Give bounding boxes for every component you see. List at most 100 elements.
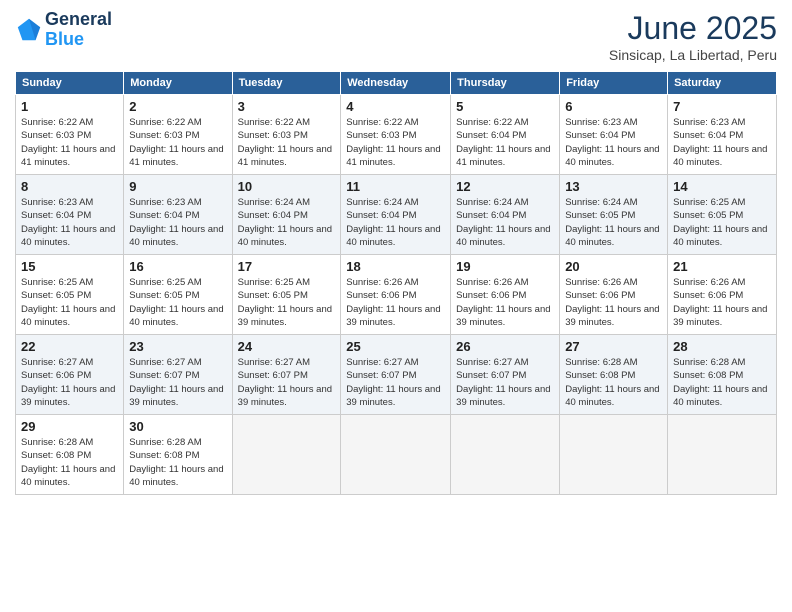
- month-title: June 2025: [609, 10, 777, 47]
- sunset-label: Sunset: 6:05 PM: [565, 210, 635, 221]
- daylight-label: Daylight: 11 hours and 40 minutes.: [673, 384, 767, 408]
- sunset-label: Sunset: 6:06 PM: [456, 290, 526, 301]
- calendar-cell: 3 Sunrise: 6:22 AM Sunset: 6:03 PM Dayli…: [232, 95, 341, 175]
- header-thursday: Thursday: [451, 72, 560, 95]
- day-number: 10: [238, 179, 336, 194]
- sunset-label: Sunset: 6:04 PM: [21, 210, 91, 221]
- day-info: Sunrise: 6:27 AM Sunset: 6:06 PM Dayligh…: [21, 356, 118, 409]
- sunrise-label: Sunrise: 6:26 AM: [565, 277, 637, 288]
- day-info: Sunrise: 6:22 AM Sunset: 6:04 PM Dayligh…: [456, 116, 554, 169]
- sunrise-label: Sunrise: 6:24 AM: [238, 197, 310, 208]
- sunset-label: Sunset: 6:04 PM: [565, 130, 635, 141]
- day-number: 19: [456, 259, 554, 274]
- title-block: June 2025 Sinsicap, La Libertad, Peru: [609, 10, 777, 63]
- calendar-cell: 26 Sunrise: 6:27 AM Sunset: 6:07 PM Dayl…: [451, 335, 560, 415]
- calendar-cell: 18 Sunrise: 6:26 AM Sunset: 6:06 PM Dayl…: [341, 255, 451, 335]
- calendar-cell: 4 Sunrise: 6:22 AM Sunset: 6:03 PM Dayli…: [341, 95, 451, 175]
- sunset-label: Sunset: 6:07 PM: [456, 370, 526, 381]
- daylight-label: Daylight: 11 hours and 39 minutes.: [673, 304, 767, 328]
- sunrise-label: Sunrise: 6:24 AM: [565, 197, 637, 208]
- sunrise-label: Sunrise: 6:22 AM: [238, 117, 310, 128]
- day-number: 14: [673, 179, 771, 194]
- header: General Blue June 2025 Sinsicap, La Libe…: [15, 10, 777, 63]
- calendar-cell: 23 Sunrise: 6:27 AM Sunset: 6:07 PM Dayl…: [124, 335, 232, 415]
- day-number: 25: [346, 339, 445, 354]
- day-number: 9: [129, 179, 226, 194]
- day-number: 22: [21, 339, 118, 354]
- sunrise-label: Sunrise: 6:26 AM: [346, 277, 418, 288]
- day-info: Sunrise: 6:26 AM Sunset: 6:06 PM Dayligh…: [456, 276, 554, 329]
- calendar-cell: 22 Sunrise: 6:27 AM Sunset: 6:06 PM Dayl…: [16, 335, 124, 415]
- page: General Blue June 2025 Sinsicap, La Libe…: [0, 0, 792, 612]
- sunrise-label: Sunrise: 6:26 AM: [456, 277, 528, 288]
- daylight-label: Daylight: 11 hours and 40 minutes.: [238, 224, 332, 248]
- weekday-header-row: Sunday Monday Tuesday Wednesday Thursday…: [16, 72, 777, 95]
- calendar-cell: 1 Sunrise: 6:22 AM Sunset: 6:03 PM Dayli…: [16, 95, 124, 175]
- daylight-label: Daylight: 11 hours and 40 minutes.: [129, 224, 223, 248]
- day-number: 23: [129, 339, 226, 354]
- sunset-label: Sunset: 6:04 PM: [238, 210, 308, 221]
- sunrise-label: Sunrise: 6:22 AM: [21, 117, 93, 128]
- daylight-label: Daylight: 11 hours and 40 minutes.: [21, 304, 115, 328]
- day-info: Sunrise: 6:27 AM Sunset: 6:07 PM Dayligh…: [238, 356, 336, 409]
- day-info: Sunrise: 6:25 AM Sunset: 6:05 PM Dayligh…: [21, 276, 118, 329]
- daylight-label: Daylight: 11 hours and 40 minutes.: [129, 304, 223, 328]
- calendar-cell: 12 Sunrise: 6:24 AM Sunset: 6:04 PM Dayl…: [451, 175, 560, 255]
- day-number: 1: [21, 99, 118, 114]
- day-info: Sunrise: 6:22 AM Sunset: 6:03 PM Dayligh…: [346, 116, 445, 169]
- daylight-label: Daylight: 11 hours and 40 minutes.: [21, 464, 115, 488]
- logo-line1: General: [45, 10, 112, 30]
- calendar-cell: 10 Sunrise: 6:24 AM Sunset: 6:04 PM Dayl…: [232, 175, 341, 255]
- logo-icon: [15, 16, 43, 44]
- sunrise-label: Sunrise: 6:27 AM: [21, 357, 93, 368]
- calendar-table: Sunday Monday Tuesday Wednesday Thursday…: [15, 71, 777, 495]
- calendar-week-row: 15 Sunrise: 6:25 AM Sunset: 6:05 PM Dayl…: [16, 255, 777, 335]
- sunrise-label: Sunrise: 6:25 AM: [129, 277, 201, 288]
- day-info: Sunrise: 6:24 AM Sunset: 6:05 PM Dayligh…: [565, 196, 662, 249]
- calendar-cell: 8 Sunrise: 6:23 AM Sunset: 6:04 PM Dayli…: [16, 175, 124, 255]
- day-info: Sunrise: 6:23 AM Sunset: 6:04 PM Dayligh…: [129, 196, 226, 249]
- daylight-label: Daylight: 11 hours and 39 minutes.: [129, 384, 223, 408]
- calendar-cell: 11 Sunrise: 6:24 AM Sunset: 6:04 PM Dayl…: [341, 175, 451, 255]
- sunset-label: Sunset: 6:06 PM: [565, 290, 635, 301]
- calendar-week-row: 29 Sunrise: 6:28 AM Sunset: 6:08 PM Dayl…: [16, 415, 777, 495]
- sunset-label: Sunset: 6:03 PM: [238, 130, 308, 141]
- daylight-label: Daylight: 11 hours and 39 minutes.: [346, 384, 440, 408]
- header-monday: Monday: [124, 72, 232, 95]
- sunrise-label: Sunrise: 6:28 AM: [565, 357, 637, 368]
- calendar-cell: [451, 415, 560, 495]
- daylight-label: Daylight: 11 hours and 40 minutes.: [673, 144, 767, 168]
- calendar-week-row: 8 Sunrise: 6:23 AM Sunset: 6:04 PM Dayli…: [16, 175, 777, 255]
- sunrise-label: Sunrise: 6:27 AM: [238, 357, 310, 368]
- calendar-cell: 24 Sunrise: 6:27 AM Sunset: 6:07 PM Dayl…: [232, 335, 341, 415]
- sunrise-label: Sunrise: 6:22 AM: [129, 117, 201, 128]
- daylight-label: Daylight: 11 hours and 39 minutes.: [21, 384, 115, 408]
- day-number: 6: [565, 99, 662, 114]
- sunset-label: Sunset: 6:08 PM: [21, 450, 91, 461]
- day-number: 26: [456, 339, 554, 354]
- sunrise-label: Sunrise: 6:23 AM: [673, 117, 745, 128]
- sunrise-label: Sunrise: 6:25 AM: [21, 277, 93, 288]
- day-info: Sunrise: 6:25 AM Sunset: 6:05 PM Dayligh…: [129, 276, 226, 329]
- day-info: Sunrise: 6:24 AM Sunset: 6:04 PM Dayligh…: [238, 196, 336, 249]
- header-saturday: Saturday: [668, 72, 777, 95]
- day-number: 17: [238, 259, 336, 274]
- sunset-label: Sunset: 6:08 PM: [673, 370, 743, 381]
- daylight-label: Daylight: 11 hours and 40 minutes.: [565, 384, 659, 408]
- sunset-label: Sunset: 6:08 PM: [129, 450, 199, 461]
- day-info: Sunrise: 6:22 AM Sunset: 6:03 PM Dayligh…: [129, 116, 226, 169]
- sunset-label: Sunset: 6:03 PM: [129, 130, 199, 141]
- calendar-cell: [232, 415, 341, 495]
- sunset-label: Sunset: 6:03 PM: [346, 130, 416, 141]
- sunset-label: Sunset: 6:04 PM: [673, 130, 743, 141]
- sunset-label: Sunset: 6:07 PM: [346, 370, 416, 381]
- daylight-label: Daylight: 11 hours and 41 minutes.: [456, 144, 550, 168]
- sunrise-label: Sunrise: 6:28 AM: [673, 357, 745, 368]
- day-number: 2: [129, 99, 226, 114]
- sunrise-label: Sunrise: 6:28 AM: [129, 437, 201, 448]
- calendar-cell: 21 Sunrise: 6:26 AM Sunset: 6:06 PM Dayl…: [668, 255, 777, 335]
- day-number: 13: [565, 179, 662, 194]
- header-wednesday: Wednesday: [341, 72, 451, 95]
- sunset-label: Sunset: 6:04 PM: [346, 210, 416, 221]
- daylight-label: Daylight: 11 hours and 40 minutes.: [456, 224, 550, 248]
